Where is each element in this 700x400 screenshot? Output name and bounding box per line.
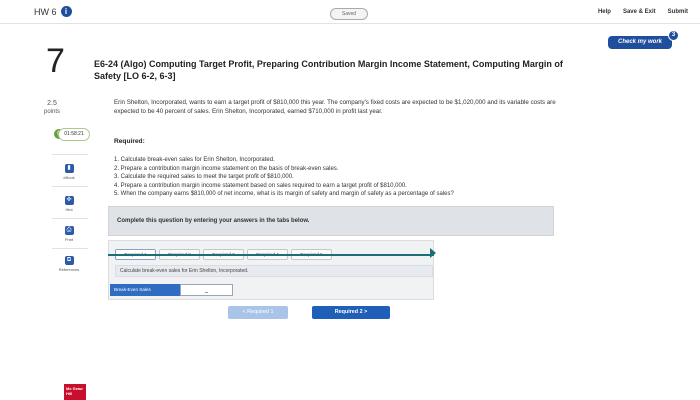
required-heading: Required:	[114, 138, 145, 145]
question-title: E6-24 (Algo) Computing Target Profit, Pr…	[94, 59, 563, 81]
tab-prompt: Calculate break-even sales for Erin Shel…	[115, 265, 433, 277]
assignment-label: HW 6 i	[34, 6, 72, 17]
arrow-right-icon	[430, 248, 436, 258]
saved-status: Saved	[330, 8, 368, 20]
break-even-sales-label: Break-Even Sales	[110, 284, 180, 296]
ebook-label: eBook	[63, 175, 75, 180]
list-item: 1. Calculate break-even sales for Erin S…	[114, 157, 275, 163]
info-icon[interactable]: i	[60, 6, 72, 17]
text-cursor-icon: ⎯	[205, 290, 209, 296]
instruction-box: Complete this question by entering your …	[108, 206, 554, 236]
references-icon: ⧉	[64, 256, 74, 265]
references-label: References	[58, 267, 80, 272]
prev-required-button[interactable]: < Required 1	[228, 306, 288, 319]
assignment-name: HW 6	[34, 6, 57, 17]
mcgraw-hill-logo: Mc Graw Hill	[64, 384, 86, 400]
list-item: 5. When the company earns $810,000 of ne…	[114, 191, 454, 197]
list-item: 4. Prepare a contribution margin income …	[114, 182, 407, 189]
tab-underline	[108, 254, 434, 256]
rail-divider	[52, 186, 88, 187]
print-label: Print	[64, 237, 74, 242]
next-required-button[interactable]: Required 2 >	[312, 306, 390, 319]
book-icon: ▮	[64, 164, 74, 173]
rail-divider	[52, 218, 88, 219]
question-number: 7	[46, 42, 65, 80]
rail-divider	[52, 248, 88, 249]
submit-button[interactable]: Submit	[668, 9, 688, 15]
question-body: Erin Shelton, Incorporated, wants to ear…	[114, 99, 556, 115]
list-item: 2. Prepare a contribution margin income …	[114, 165, 339, 172]
requirements-list: 1. Calculate break-even sales for Erin S…	[114, 156, 574, 199]
points-value: 2.5 points	[40, 100, 64, 116]
top-actions: Help Save & Exit Submit	[598, 9, 688, 15]
print-button[interactable]: ⎙ Print	[56, 226, 82, 242]
references-button[interactable]: ⧉ References	[56, 256, 82, 272]
timer: 01:58:21	[58, 128, 90, 141]
hint-icon: ✜	[64, 196, 74, 205]
save-exit-button[interactable]: Save & Exit	[623, 9, 656, 15]
rail-divider	[52, 154, 88, 155]
top-bar: HW 6 i Saved Help Save & Exit Submit	[0, 0, 700, 24]
hint-button[interactable]: ✜ Hint	[56, 196, 82, 212]
ebook-button[interactable]: ▮ eBook	[56, 164, 82, 180]
points-unit: points	[43, 109, 60, 115]
check-my-work-button[interactable]: Check my work	[608, 36, 672, 49]
check-attempts-badge: 3	[668, 30, 679, 41]
help-button[interactable]: Help	[598, 9, 611, 15]
points-number: 2.5	[47, 100, 57, 107]
instruction-text: Complete this question by entering your …	[117, 218, 310, 224]
print-icon: ⎙	[64, 226, 74, 235]
list-item: 3. Calculate the required sales to meet …	[114, 174, 294, 180]
hint-label: Hint	[65, 207, 73, 212]
